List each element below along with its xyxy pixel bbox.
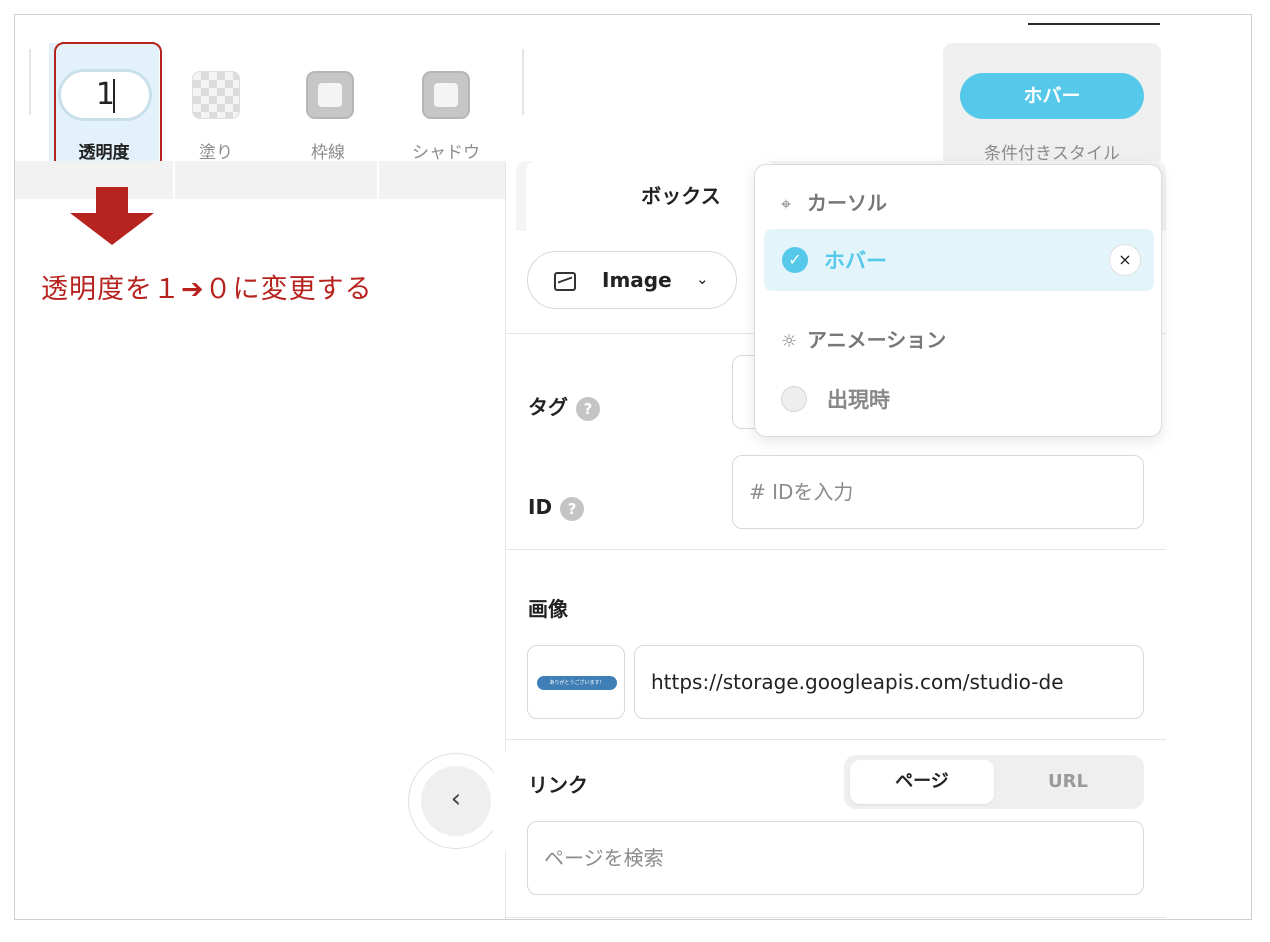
help-icon[interactable]: ?	[560, 496, 585, 521]
annotation-note: 透明度を１➔０に変更する	[41, 274, 373, 305]
cursor-icon: ⌖	[781, 194, 792, 215]
conditional-style-dropdown: ⌖ カーソル ✓ ホバー × ☼ アニメーション 出現時	[754, 164, 1162, 437]
appear-option-label[interactable]: 出現時	[827, 384, 890, 414]
fill-label: 塗り	[199, 143, 233, 163]
arrow-down-icon	[70, 187, 154, 245]
toolbar-separator	[29, 49, 31, 115]
collapse-panel-button[interactable]: ‹	[408, 753, 504, 849]
top-bar-line	[1028, 23, 1160, 25]
link-mode-toggle: ページ URL	[844, 755, 1144, 809]
toolbar-separator	[522, 49, 524, 115]
checkerboard-icon[interactable]	[192, 71, 240, 119]
cursor-section-header: ⌖ カーソル	[781, 187, 887, 216]
divider	[506, 739, 1166, 740]
page-search-input[interactable]: ページを検索	[527, 821, 1144, 895]
image-thumbnail[interactable]: ありがとうございます！	[527, 645, 625, 719]
element-type-select[interactable]: Image ⌄	[527, 251, 737, 309]
tab-box[interactable]: ボックス	[526, 161, 776, 231]
border-label: 枠線	[311, 143, 345, 163]
check-circle-icon: ✓	[782, 247, 808, 273]
image-label: 画像	[528, 597, 568, 621]
divider	[506, 917, 1166, 918]
style-toolbar: 透明度 1 塗り 枠線 シャドウ ホバー 条件付きスタイル	[15, 29, 1163, 175]
chevron-left-icon: ‹	[421, 766, 491, 836]
element-type-label: Image	[602, 268, 672, 292]
id-row: ID?	[528, 495, 585, 521]
shadow-label: シャドウ	[412, 143, 480, 163]
animation-section-header: ☼ アニメーション	[781, 324, 946, 353]
app-window: 透明度 1 塗り 枠線 シャドウ ホバー 条件付きスタイル 透明度を１➔０に変更…	[14, 14, 1252, 920]
hover-state-button[interactable]: ホバー	[960, 73, 1144, 119]
image-icon	[554, 272, 576, 291]
hover-option-label: ホバー	[824, 249, 887, 273]
cursor-section-label: カーソル	[807, 191, 887, 215]
sunrise-icon: ☼	[781, 331, 798, 352]
divider	[506, 549, 1166, 550]
help-icon[interactable]: ?	[576, 396, 600, 421]
link-mode-page[interactable]: ページ	[850, 760, 994, 804]
border-square-icon[interactable]	[306, 71, 354, 119]
id-input[interactable]: # IDを入力	[732, 455, 1144, 529]
tag-label: タグ	[528, 395, 568, 419]
radio-icon[interactable]	[781, 386, 807, 412]
shadow-square-icon[interactable]	[422, 71, 470, 119]
chevron-down-icon: ⌄	[696, 270, 709, 288]
hover-option[interactable]: ✓ ホバー ×	[764, 229, 1154, 291]
close-icon[interactable]: ×	[1109, 244, 1141, 276]
id-label: ID	[528, 495, 553, 519]
image-url-field[interactable]: https://storage.googleapis.com/studio-de	[634, 645, 1144, 719]
tag-row: タグ?	[528, 391, 600, 421]
link-label: リンク	[528, 773, 588, 797]
panel-edge	[493, 751, 509, 851]
thumbnail-preview: ありがとうございます！	[537, 676, 617, 690]
animation-section-label: アニメーション	[807, 328, 947, 352]
conditional-style-box: ホバー 条件付きスタイル	[943, 43, 1161, 175]
annotation-highlight-box	[54, 42, 162, 173]
link-mode-url[interactable]: URL	[996, 760, 1140, 804]
